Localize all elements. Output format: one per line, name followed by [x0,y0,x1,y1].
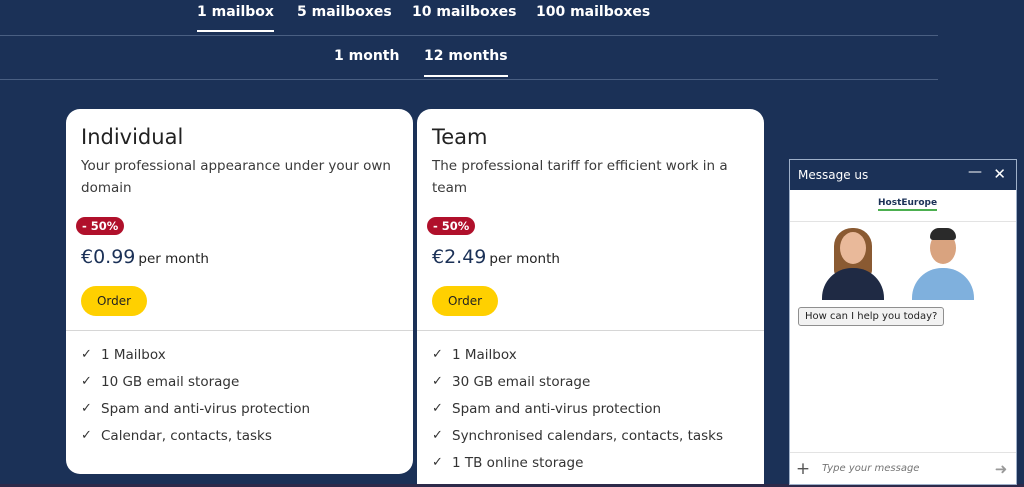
period-tabs: 1 month 12 months [0,36,938,80]
price-value: €0.99 [81,246,136,268]
feature-list: ✓ 1 Mailbox ✓ 30 GB email storage ✓ Spam an… [432,347,723,482]
feature-item: ✓ Spam and anti-virus protection [81,401,311,417]
price-period: per month [489,251,560,267]
chat-agents [790,222,1016,300]
plus-icon[interactable]: + [790,459,816,479]
check-icon: ✓ [432,347,443,362]
feature-item: ✓ 30 GB email storage [432,374,591,390]
check-icon: ✓ [432,401,443,416]
agent-avatar [818,226,888,300]
chat-input-bar: + ➜ [790,452,1016,484]
plan-title: Team [432,125,488,149]
plan-title: Individual [81,125,184,149]
plan-description: The professional tariff for efficient wo… [432,158,728,196]
divider [417,330,764,331]
chat-logo-bar: HostEurope [790,190,1016,222]
check-icon: ✓ [81,374,92,389]
plan-card-individual: Individual Your professional appearance … [66,109,413,474]
order-button[interactable]: Order [81,286,147,316]
check-icon: ✓ [432,455,443,470]
plan-price: €2.49 per month [432,246,560,268]
tab-12-months[interactable]: 12 months [424,48,508,77]
check-icon: ✓ [432,428,443,443]
check-icon: ✓ [81,347,92,362]
chat-header: Message us — ✕ [790,160,1016,190]
mailbox-tabs: 1 mailbox 5 mailboxes 10 mailboxes 100 m… [0,0,938,36]
feature-item: ✓ 1 Mailbox [81,347,166,363]
minimize-icon[interactable]: — [968,164,982,180]
send-arrow-icon[interactable]: ➜ [986,460,1016,478]
feature-item: ✓ Calendar, contacts, tasks [81,428,272,444]
tab-5-mailboxes[interactable]: 5 mailboxes [297,4,392,20]
tab-1-month[interactable]: 1 month [334,48,399,64]
chat-widget: Message us — ✕ HostEurope How can I help… [789,159,1017,485]
feature-list: ✓ 1 Mailbox ✓ 10 GB email storage ✓ Spam an… [81,347,310,455]
feature-item: ✓ 10 GB email storage [81,374,240,390]
check-icon: ✓ [81,401,92,416]
hosteurope-logo: HostEurope [878,198,938,211]
agent-avatar [908,226,978,300]
tab-1-mailbox[interactable]: 1 mailbox [197,4,274,32]
check-icon: ✓ [432,374,443,389]
feature-item: ✓ Spam and anti-virus protection [432,401,662,417]
divider [66,330,413,331]
chat-title: Message us [798,168,869,182]
discount-badge: - 50% [76,217,125,235]
close-icon[interactable]: ✕ [993,165,1006,183]
plan-card-team: Team The professional tariff for efficie… [417,109,764,487]
price-value: €2.49 [432,246,487,268]
plan-price: €0.99 per month [81,246,209,268]
tab-100-mailboxes[interactable]: 100 mailboxes [536,4,650,20]
feature-item: ✓ 1 Mailbox [432,347,517,363]
chat-greeting-bubble: How can I help you today? [798,307,945,326]
check-icon: ✓ [81,428,92,443]
feature-item: ✓ Synchronised calendars, contacts, tasks [432,428,724,444]
price-period: per month [138,251,209,267]
tab-10-mailboxes[interactable]: 10 mailboxes [412,4,517,20]
feature-item: ✓ 1 TB online storage [432,455,584,471]
message-input[interactable] [816,463,986,474]
plan-description: Your professional appearance under your … [81,158,391,196]
order-button[interactable]: Order [432,286,498,316]
discount-badge: - 50% [427,217,476,235]
